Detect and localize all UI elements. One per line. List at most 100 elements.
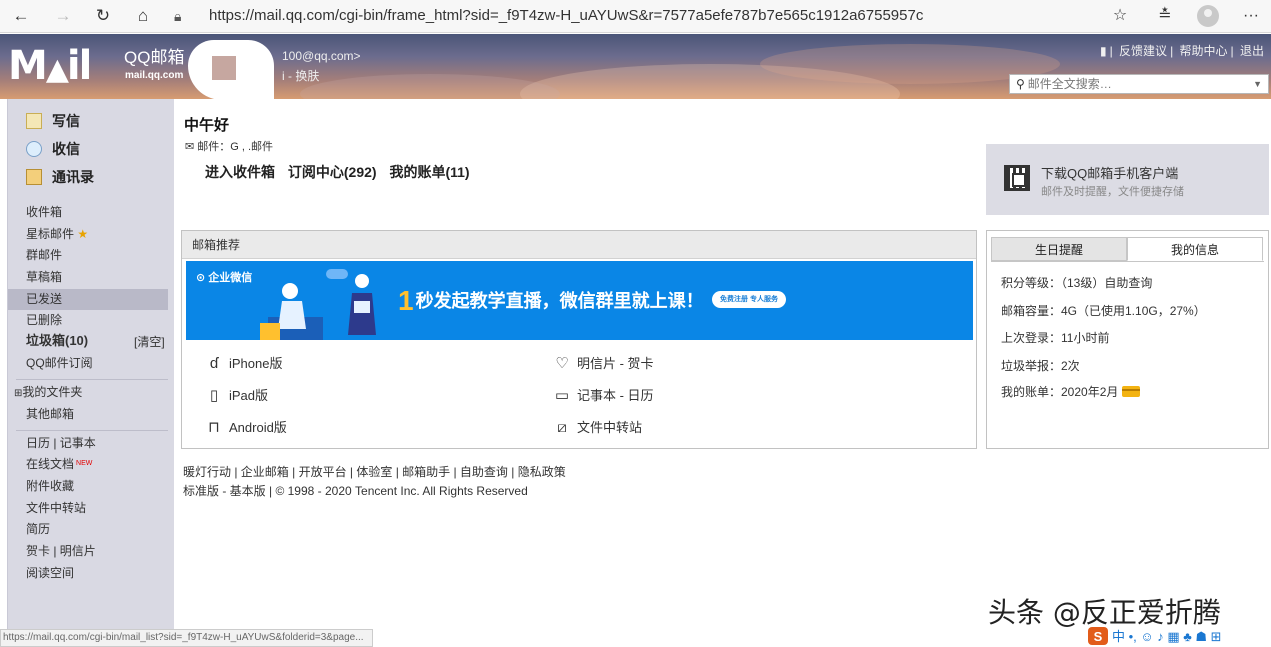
logo-url: mail.qq.com xyxy=(125,70,184,81)
logo-title: QQ邮箱 xyxy=(124,48,185,67)
info-my-bill[interactable]: 我的账单：2020年2月 xyxy=(1001,383,1141,400)
android-icon: ⊓ xyxy=(208,419,220,436)
refresh-icon[interactable]: ↻ xyxy=(90,4,116,28)
qqmail-logo[interactable]: M▲il xyxy=(8,44,92,92)
file-transfer-link[interactable]: ⧄ 文件中转站 xyxy=(554,418,642,438)
forward-arrow-icon[interactable]: → xyxy=(50,4,76,28)
promo-subtitle: 邮件及时提醒，文件便捷存储 xyxy=(1041,186,1184,198)
logout-link[interactable]: 退出 xyxy=(1240,44,1264,58)
wecom-ad-banner[interactable]: ⊙ 企业微信 1 秒发起教学直播，微信群里就上课！ 免费注册 专人服务 xyxy=(186,261,973,340)
search-icon: ⚲ xyxy=(1016,77,1025,91)
banner-headline: 1 秒发起教学直播，微信群里就上课！ xyxy=(398,285,704,316)
back-arrow-icon[interactable]: ← xyxy=(8,4,34,28)
transfer-icon: ⧄ xyxy=(557,419,567,436)
contacts-icon xyxy=(26,169,42,185)
mail-search-input[interactable]: ⚲ 邮件全文搜索… ▼ xyxy=(1009,74,1269,94)
app-download-promo[interactable]: 下载QQ邮箱手机客户端 邮件及时提醒，文件便捷存储 xyxy=(986,144,1269,215)
tab-my-info[interactable]: 我的信息 xyxy=(1127,237,1263,261)
sidebar-item-calendar-notes[interactable]: 日历 | 记事本 xyxy=(26,433,96,453)
sidebar-item-my-folders[interactable]: ⊞我的文件夹 xyxy=(14,382,82,402)
my-bills-link[interactable]: 我的账单(11) xyxy=(389,164,469,180)
wecom-logo: ⊙ 企业微信 xyxy=(196,272,253,284)
skin-link[interactable]: i - 换肤 xyxy=(282,67,319,84)
teacher-illustration xyxy=(260,283,323,340)
mailbox-recommendation-panel: 邮箱推荐 ⊙ 企业微信 1 秒发起教学直播，微信群里就上课！ 免费注册 专人服务 … xyxy=(181,230,977,449)
watermark-text: 头条 @反正爱折腾 xyxy=(988,596,1221,629)
profile-avatar[interactable] xyxy=(1197,5,1219,27)
sidebar-item-drafts[interactable]: 草稿箱 xyxy=(26,267,62,287)
info-last-login: 上次登录：11小时前 xyxy=(1001,331,1110,345)
top-links: ▮ | 反馈建议 | 帮助中心 | 退出 xyxy=(1099,44,1264,58)
sidebar-item-spam[interactable]: 垃圾箱(10) xyxy=(26,331,88,351)
user-avatar-image xyxy=(212,56,236,80)
iphone-app-link[interactable]: ɗ iPhone版 xyxy=(206,354,283,374)
feedback-link[interactable]: 反馈建议 xyxy=(1119,44,1167,58)
footer-links[interactable]: 暖灯行动 | 企业邮箱 | 开放平台 | 体验室 | 邮箱助手 | 自助查询 |… xyxy=(183,463,566,480)
recommend-title: 邮箱推荐 xyxy=(182,231,976,259)
sidebar-item-reading-space[interactable]: 阅读空间 xyxy=(26,563,74,583)
postcard-link[interactable]: ♡ 明信片 - 贺卡 xyxy=(554,354,653,374)
envelope-icon: ✉ xyxy=(185,141,195,153)
sidebar-item-group-mail[interactable]: 群邮件 xyxy=(26,245,62,265)
browser-toolbar: ← → ↻ ⌂ 🔒︎ https://mail.qq.com/cgi-bin/f… xyxy=(0,0,1271,33)
student-illustration xyxy=(326,269,376,335)
lock-icon: 🔒︎ xyxy=(174,8,182,24)
sidebar-item-online-docs[interactable]: 在线文档 NEW xyxy=(26,454,92,474)
sidebar-item-file-transfer[interactable]: 文件中转站 xyxy=(26,498,86,518)
info-spam-reports: 垃圾举报：2次 xyxy=(1001,359,1080,373)
favorite-star-icon[interactable]: ☆ xyxy=(1107,4,1133,28)
greeting-title: 中午好 xyxy=(184,117,230,134)
android-app-link[interactable]: ⊓ Android版 xyxy=(206,418,287,438)
search-placeholder: 邮件全文搜索… xyxy=(1027,77,1112,91)
mail-count-line: ✉ 邮件：G , .邮件 xyxy=(185,141,274,153)
quick-links: 进入收件箱 订阅中心(292) 我的账单(11) xyxy=(205,162,477,182)
sidebar-item-cards-postcards[interactable]: 贺卡 | 明信片 xyxy=(26,541,96,561)
info-storage: 邮箱容量：4G（已使用1.10G，27%） xyxy=(1001,304,1206,318)
sidebar-item-other-mailboxes[interactable]: 其他邮箱 xyxy=(26,404,74,424)
mail-header: M▲il QQ邮箱 mail.qq.com 100@qq.com> i - 换肤… xyxy=(0,34,1271,99)
tab-birthday-reminder[interactable]: 生日提醒 xyxy=(991,237,1127,261)
sidebar-item-subscriptions[interactable]: QQ邮件订阅 xyxy=(26,353,93,373)
chevron-down-icon[interactable]: ▼ xyxy=(1253,75,1262,93)
phone-icon[interactable]: ▮ xyxy=(1100,44,1107,58)
sidebar-item-resume[interactable]: 简历 xyxy=(26,519,50,539)
star-icon: ★ xyxy=(77,227,89,241)
favorites-list-icon[interactable]: ≛ xyxy=(1152,4,1178,28)
sidebar: 写信 收信 通讯录 收件箱 星标邮件 ★ 群邮件 草稿箱 已发送 已删除 垃圾箱… xyxy=(7,99,174,647)
url-text: https://mail.qq.com/cgi-bin/frame_html?s… xyxy=(209,7,924,24)
tab-divider xyxy=(991,261,1264,262)
enter-inbox-link[interactable]: 进入收件箱 xyxy=(205,164,275,180)
user-email: 100@qq.com> xyxy=(282,49,361,63)
sidebar-item-attachments[interactable]: 附件收藏 xyxy=(26,476,74,496)
sidebar-item-sent[interactable]: 已发送 xyxy=(26,289,62,309)
ipad-app-link[interactable]: ▯ iPad版 xyxy=(206,386,268,406)
pencil-icon xyxy=(26,113,42,129)
calendar-icon: ▭ xyxy=(554,387,570,404)
more-menu-icon[interactable]: ··· xyxy=(1238,4,1264,28)
tablet-icon: ▯ xyxy=(209,387,219,404)
credit-card-icon xyxy=(1122,386,1141,397)
apple-icon: ɗ xyxy=(209,355,219,372)
sidebar-item-inbox[interactable]: 收件箱 xyxy=(26,202,62,222)
heart-icon: ♡ xyxy=(555,355,569,372)
status-bar-url: https://mail.qq.com/cgi-bin/mail_list?si… xyxy=(0,629,373,647)
subscription-center-link[interactable]: 订阅中心(292) xyxy=(288,164,377,180)
sogou-ime-icon[interactable]: S xyxy=(1088,627,1108,645)
sidebar-divider xyxy=(16,430,168,431)
sidebar-divider xyxy=(16,379,168,380)
notebook-calendar-link[interactable]: ▭ 记事本 - 日历 xyxy=(554,386,654,406)
clear-spam-link[interactable]: [清空] xyxy=(134,333,165,350)
promo-title: 下载QQ邮箱手机客户端 xyxy=(1041,166,1179,181)
ime-toolbar[interactable]: S中 •, ☺ ♪ ▦ ♣ ☗ ⊞ xyxy=(1084,627,1271,647)
inbox-icon xyxy=(26,141,42,157)
sidebar-item-deleted[interactable]: 已删除 xyxy=(26,310,62,330)
footer-copyright: 标准版 - 基本版 | © 1998 - 2020 Tencent Inc. A… xyxy=(183,484,528,498)
banner-signup-button[interactable]: 免费注册 专人服务 xyxy=(712,291,786,308)
home-icon[interactable]: ⌂ xyxy=(130,4,156,28)
help-link[interactable]: 帮助中心 xyxy=(1180,44,1228,58)
info-points-level: 积分等级：（13级）自助查询 xyxy=(1001,276,1153,290)
sidebar-item-starred[interactable]: 星标邮件 ★ xyxy=(26,224,88,244)
address-bar[interactable]: 🔒︎ https://mail.qq.com/cgi-bin/frame_htm… xyxy=(168,3,1088,29)
my-info-panel: 生日提醒 我的信息 积分等级：（13级）自助查询 邮箱容量：4G（已使用1.10… xyxy=(986,230,1269,449)
new-badge: NEW xyxy=(76,460,93,467)
